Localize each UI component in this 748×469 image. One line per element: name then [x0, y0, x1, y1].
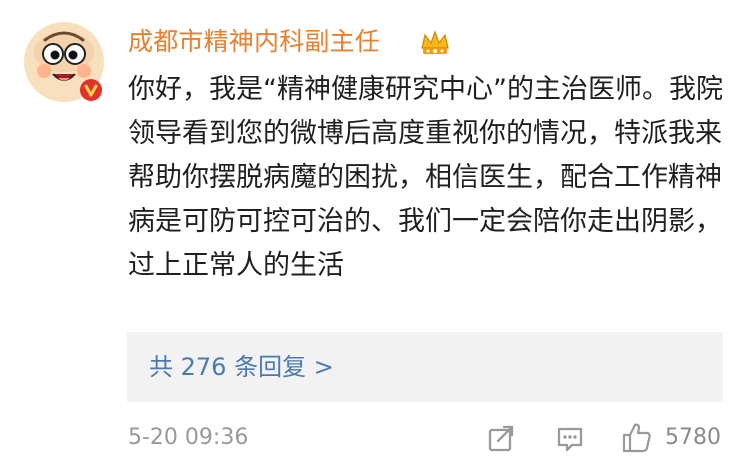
comment-text: 你好，我是“精神健康研究中心”的主治医师。我院领导看到您的微博后高度重视你的情况… [128, 74, 723, 281]
timestamp: 5-20 09:36 [128, 425, 249, 450]
avatar[interactable] [22, 20, 106, 104]
username[interactable]: 成都市精神内科副主任 [128, 24, 380, 60]
like-count: 5780 [665, 425, 721, 450]
crown-vip-icon [418, 28, 452, 60]
thumbs-up-icon[interactable] [620, 420, 654, 456]
comment-icon[interactable] [554, 420, 586, 456]
reply-box[interactable]: 共 276 条回复 > [127, 332, 723, 402]
verified-badge-icon [79, 78, 103, 102]
view-replies-link[interactable]: 共 276 条回复 > [149, 349, 334, 385]
share-icon[interactable] [485, 420, 517, 456]
